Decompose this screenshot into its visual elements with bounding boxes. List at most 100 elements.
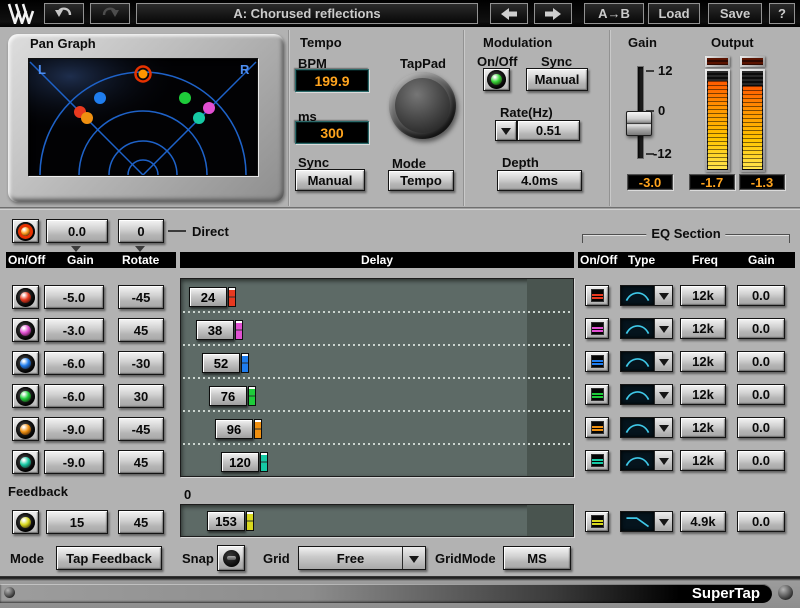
eq-onoff-button[interactable]: [585, 417, 609, 438]
eq-type-dropdown[interactable]: [620, 450, 673, 471]
eq-bell-curve-icon: [621, 385, 654, 404]
tempo-sync-button[interactable]: Manual: [295, 169, 365, 191]
preset-name-field[interactable]: A: Chorused reflections: [136, 3, 478, 24]
undo-button[interactable]: [44, 3, 84, 24]
feedback-eq-gain-button[interactable]: 0.0: [737, 511, 785, 532]
mode-button[interactable]: Tap Feedback: [56, 546, 162, 570]
pan-dot-tap-6[interactable]: [193, 112, 205, 124]
delay-slider-area: 24 38 52 76 96 120: [180, 278, 574, 477]
output-right-value: -1.3: [739, 174, 785, 190]
eq-freq-button[interactable]: 12k: [680, 318, 726, 339]
eq-freq-button[interactable]: 12k: [680, 351, 726, 372]
direct-rotate-button[interactable]: 0: [118, 219, 164, 243]
eq-led-window: [591, 388, 604, 401]
tempo-mode-button[interactable]: Tempo: [388, 170, 454, 191]
snap-led-slit: [227, 556, 236, 560]
feedback-delay-slider[interactable]: 153: [207, 511, 254, 531]
tempo-sync-label: Sync: [298, 155, 329, 170]
ms-display[interactable]: 300: [295, 121, 369, 144]
output-meter-left: [705, 69, 730, 172]
feedback-rotate-button[interactable]: 45: [118, 510, 164, 534]
eq-type-dropdown[interactable]: [620, 285, 673, 306]
eq-onoff-button[interactable]: [585, 351, 609, 372]
direct-label: Direct: [192, 224, 229, 239]
chevron-down-icon: [654, 352, 672, 371]
waves-badge-icon[interactable]: [778, 585, 793, 600]
next-preset-button[interactable]: [534, 3, 572, 24]
pan-dot-tap-3[interactable]: [94, 92, 106, 104]
eq-type-dropdown[interactable]: [620, 351, 673, 372]
mod-onoff-label: On/Off: [477, 54, 517, 69]
feedback-eq-onoff-button[interactable]: [585, 511, 609, 532]
feedback-label: Feedback: [8, 484, 68, 499]
help-button[interactable]: ?: [769, 3, 795, 24]
feedback-eq-type-dropdown[interactable]: [620, 511, 673, 532]
previous-preset-button[interactable]: [490, 3, 528, 24]
waves-badge-icon: [4, 587, 15, 598]
mod-rate-dropdown-button[interactable]: [495, 120, 517, 141]
feedback-delay-value: 153: [207, 511, 245, 531]
pan-dot-tap-4[interactable]: [179, 92, 191, 104]
eq-gain-button[interactable]: 0.0: [737, 384, 785, 405]
delay-header-label: Delay: [361, 253, 393, 267]
eq-type-dropdown[interactable]: [620, 384, 673, 405]
eq-gain-button[interactable]: 0.0: [737, 450, 785, 471]
feedback-onoff-led-button[interactable]: [12, 510, 39, 534]
feedback-color-marker: [246, 511, 254, 531]
feedback-gain-button[interactable]: 15: [46, 510, 108, 534]
eq-freq-button[interactable]: 12k: [680, 384, 726, 405]
yellow-led: [20, 517, 31, 528]
chevron-down-icon: [654, 451, 672, 470]
eq-type-dropdown[interactable]: [620, 318, 673, 339]
mode-label: Mode: [10, 551, 44, 566]
mod-sync-button[interactable]: Manual: [526, 68, 588, 91]
eq-freq-button[interactable]: 12k: [680, 417, 726, 438]
waves-logo: [6, 3, 36, 29]
mod-rate-value-button[interactable]: 0.51: [517, 120, 580, 141]
eq-freq-button[interactable]: 12k: [680, 450, 726, 471]
eq-onoff-button[interactable]: [585, 318, 609, 339]
eq-gain-header: Gain: [748, 253, 775, 267]
eq-onoff-button[interactable]: [585, 450, 609, 471]
section-divider: [463, 30, 465, 206]
pan-dot-tap-2[interactable]: [203, 102, 215, 114]
supertap-plugin-window: { "theme": { "display_text_color": "#ffa…: [0, 0, 800, 608]
eq-led-window: [591, 515, 604, 528]
eq-gain-button[interactable]: 0.0: [737, 351, 785, 372]
a-to-b-button[interactable]: A→B: [584, 3, 644, 24]
eq-gain-button[interactable]: 0.0: [737, 318, 785, 339]
bpm-display[interactable]: 199.9: [295, 69, 369, 92]
meter-left-clip[interactable]: [705, 56, 730, 67]
redo-icon: [100, 6, 120, 21]
eq-freq-header: Freq: [692, 253, 718, 267]
redo-button[interactable]: [90, 3, 130, 24]
direct-onoff-led-button[interactable]: [12, 219, 39, 243]
gain-value-display[interactable]: -3.0: [627, 174, 673, 190]
gain-fader-handle[interactable]: [626, 111, 652, 136]
eq-gain-button[interactable]: 0.0: [737, 417, 785, 438]
tappad-knob[interactable]: [389, 72, 456, 139]
save-button[interactable]: Save: [708, 3, 762, 24]
grid-dropdown[interactable]: Free: [298, 546, 426, 570]
snap-toggle-button[interactable]: [217, 545, 245, 571]
mod-onoff-led-button[interactable]: [483, 68, 510, 91]
tick-label-0: 0: [658, 103, 665, 118]
mod-depth-button[interactable]: 4.0ms: [497, 170, 582, 191]
eq-gain-button[interactable]: 0.0: [737, 285, 785, 306]
panel-divider: [0, 207, 800, 210]
eq-onoff-button[interactable]: [585, 384, 609, 405]
pan-dot-tap-5[interactable]: [81, 112, 93, 124]
eq-onoff-button[interactable]: [585, 285, 609, 306]
snap-led: [223, 550, 240, 567]
output-left-value: -1.7: [689, 174, 735, 190]
eq-type-dropdown[interactable]: [620, 417, 673, 438]
row-separator: [183, 443, 571, 445]
pan-dot-direct[interactable]: [139, 70, 148, 79]
direct-gain-button[interactable]: 0.0: [46, 219, 108, 243]
feedback-eq-freq-button[interactable]: 4.9k: [680, 511, 726, 532]
eq-bell-curve-icon: [621, 352, 654, 371]
gridmode-button[interactable]: MS: [503, 546, 571, 570]
eq-freq-button[interactable]: 12k: [680, 285, 726, 306]
load-button[interactable]: Load: [648, 3, 700, 24]
meter-right-clip[interactable]: [740, 56, 765, 67]
